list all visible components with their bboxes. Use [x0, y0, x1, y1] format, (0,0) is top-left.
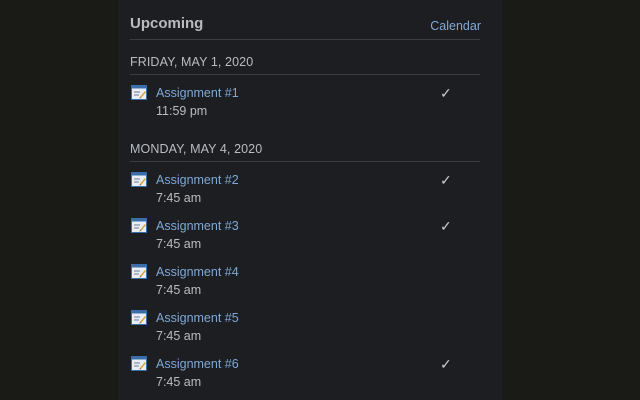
- date-heading: FRIDAY, MAY 1, 2020: [130, 55, 480, 75]
- assignment-link[interactable]: Assignment #6: [156, 357, 239, 371]
- due-time: 11:59 pm: [156, 104, 208, 118]
- upcoming-header: Upcoming Calendar: [130, 15, 481, 40]
- due-time: 7:45 am: [156, 329, 202, 343]
- list-item: Assignment #3 7:45 am ✓: [130, 218, 480, 258]
- date-heading: MONDAY, MAY 4, 2020: [130, 142, 480, 162]
- calendar-link[interactable]: Calendar: [430, 19, 481, 33]
- upcoming-title: Upcoming: [130, 15, 204, 32]
- assignment-link[interactable]: Assignment #5: [156, 311, 239, 325]
- check-icon: ✓: [440, 85, 452, 101]
- assignment-icon[interactable]: [131, 264, 147, 279]
- assignment-icon[interactable]: [131, 85, 147, 100]
- due-time: 7:45 am: [156, 191, 202, 205]
- assignment-link[interactable]: Assignment #2: [156, 173, 239, 187]
- due-time: 7:45 am: [156, 283, 202, 297]
- list-item: Assignment #2 7:45 am ✓: [130, 172, 480, 212]
- assignment-link[interactable]: Assignment #1: [156, 86, 239, 100]
- due-time: 7:45 am: [156, 375, 202, 389]
- check-icon: ✓: [440, 356, 452, 372]
- list-item: Assignment #1 11:59 pm ✓: [130, 85, 480, 125]
- assignment-icon[interactable]: [131, 172, 147, 187]
- upcoming-panel: Upcoming Calendar FRIDAY, MAY 1, 2020 As…: [118, 0, 502, 400]
- list-item: Assignment #4 7:45 am: [130, 264, 480, 304]
- list-item: Assignment #6 7:45 am ✓: [130, 356, 480, 396]
- assignment-icon[interactable]: [131, 218, 147, 233]
- list-item: Assignment #5 7:45 am: [130, 310, 480, 350]
- check-icon: ✓: [440, 172, 452, 188]
- assignment-link[interactable]: Assignment #4: [156, 265, 239, 279]
- assignment-icon[interactable]: [131, 356, 147, 371]
- check-icon: ✓: [440, 218, 452, 234]
- assignment-icon[interactable]: [131, 310, 147, 325]
- due-time: 7:45 am: [156, 237, 202, 251]
- assignment-link[interactable]: Assignment #3: [156, 219, 239, 233]
